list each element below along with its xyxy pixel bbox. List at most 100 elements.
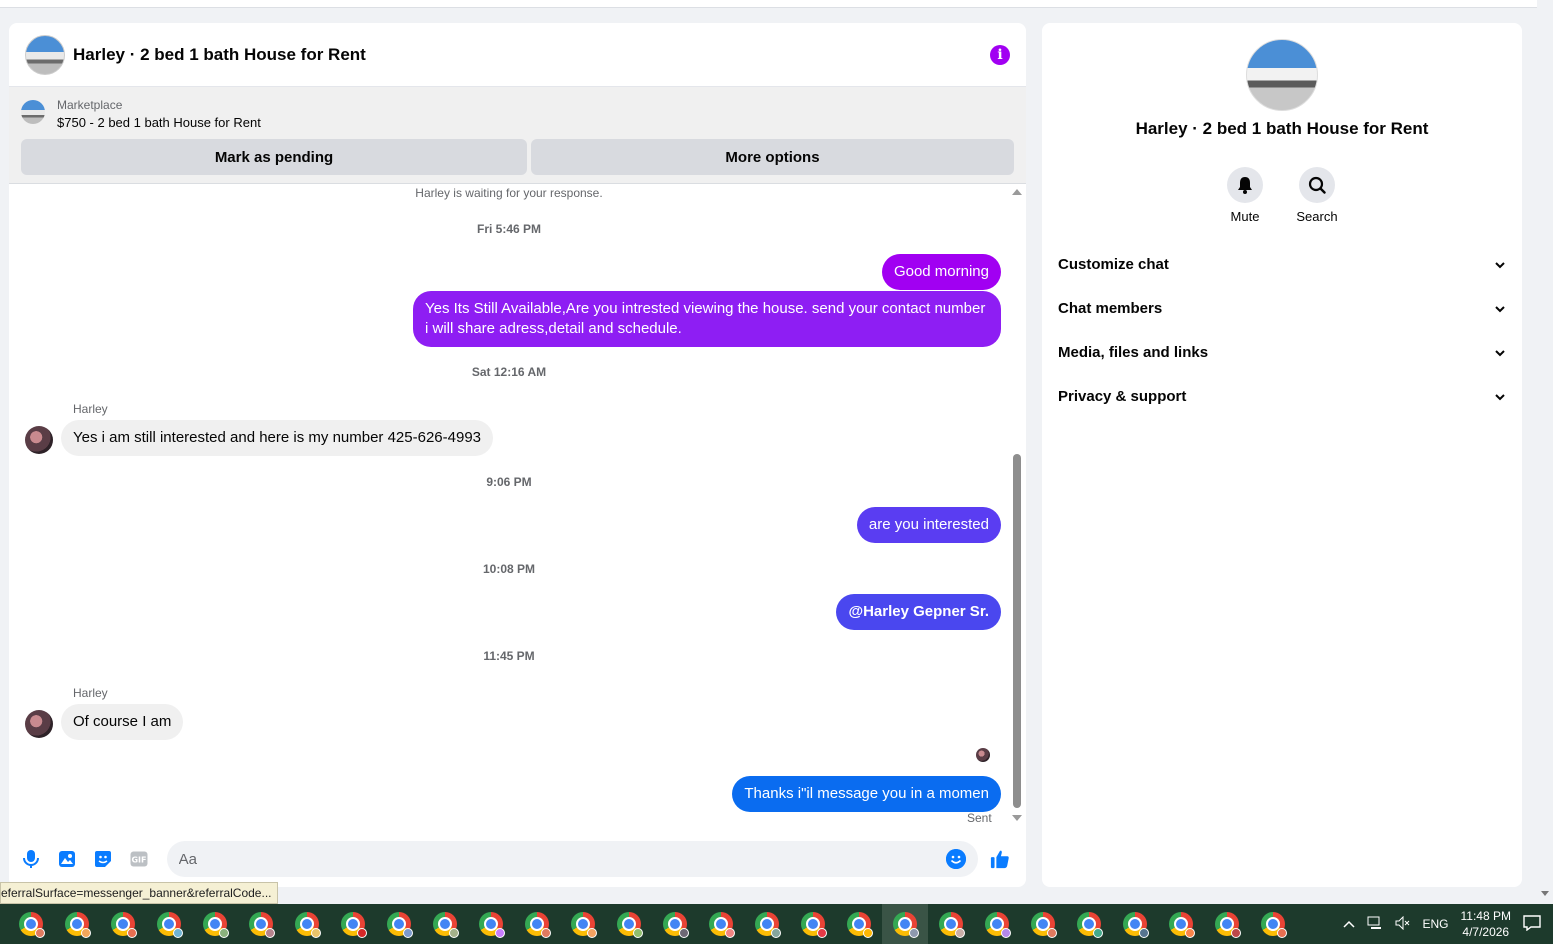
more-options-button[interactable]: More options [531,139,1014,175]
sender-avatar[interactable] [25,710,53,738]
profile-badge-icon [173,928,183,938]
gif-icon[interactable]: GIF [129,849,149,869]
chrome-taskbar-icon[interactable] [1204,904,1250,944]
chrome-taskbar-icon[interactable] [330,904,376,944]
thumbs-up-icon[interactable] [990,849,1010,869]
chrome-taskbar-icon[interactable] [376,904,422,944]
sender-name: Harley [73,402,108,416]
chrome-taskbar-icon[interactable] [238,904,284,944]
chrome-taskbar-icon[interactable] [54,904,100,944]
sent-message[interactable]: Thanks i"il message you in a momen [732,776,1001,812]
photo-icon[interactable] [57,849,77,869]
waiting-notice: Harley is waiting for your response. [415,186,603,200]
received-message[interactable]: Yes i am still interested and here is my… [61,420,494,456]
browser-top-strip [0,0,1537,8]
chrome-taskbar-icon[interactable] [698,904,744,944]
link-status-bar: eferralSurface=messenger_banner&referral… [0,882,279,904]
conversation-avatar[interactable] [25,34,65,75]
scrollbar-thumb[interactable] [1013,454,1021,808]
sticker-icon[interactable] [93,849,113,869]
scroll-down-arrow-icon[interactable] [1012,815,1022,821]
customize-chat-section[interactable]: Customize chat [1058,252,1506,276]
sender-avatar[interactable] [25,426,53,454]
microphone-icon[interactable] [21,849,41,869]
chrome-taskbar-icon[interactable] [606,904,652,944]
chrome-taskbar-icon[interactable] [100,904,146,944]
search-icon[interactable] [1299,167,1335,203]
chrome-taskbar-icon[interactable] [514,904,560,944]
chrome-taskbar-icon[interactable] [284,904,330,944]
profile-badge-icon [1185,928,1195,938]
notification-icon[interactable] [1523,914,1541,934]
chat-header: Harley · 2 bed 1 bath House for Rent i [9,23,1026,87]
chrome-taskbar-icon[interactable] [422,904,468,944]
privacy-support-section[interactable]: Privacy & support [1058,384,1506,408]
profile-badge-icon [1047,928,1057,938]
chrome-taskbar-icon[interactable] [1112,904,1158,944]
chevron-down-icon [1494,300,1506,317]
timestamp: 9:06 PM [486,475,532,489]
bell-icon[interactable] [1227,167,1263,203]
chrome-taskbar-icon[interactable] [744,904,790,944]
chevron-up-icon[interactable] [1342,917,1355,931]
chrome-taskbar-icon[interactable] [192,904,238,944]
language-indicator[interactable]: ENG [1423,917,1449,931]
chrome-taskbar-icon[interactable] [8,904,54,944]
mute-label: Mute [1230,209,1260,224]
page-scroll-down-arrow-icon[interactable] [1541,891,1549,896]
timestamp: Fri 5:46 PM [476,222,542,236]
chevron-down-icon [1494,256,1506,273]
chrome-taskbar-icon[interactable] [652,904,698,944]
media-files-links-section[interactable]: Media, files and links [1058,340,1506,364]
network-icon[interactable] [1367,916,1383,933]
scroll-up-arrow-icon[interactable] [1012,189,1022,195]
svg-text:GIF: GIF [131,856,146,865]
profile-badge-icon [449,928,459,938]
chrome-taskbar-icon[interactable] [974,904,1020,944]
info-title: Harley · 2 bed 1 bath House for Rent [1135,119,1429,138]
section-label: Privacy & support [1058,387,1187,405]
chrome-taskbar-icon[interactable] [836,904,882,944]
chrome-taskbar-icon[interactable] [790,904,836,944]
chrome-taskbar-icon[interactable] [468,904,514,944]
info-icon[interactable]: i [990,44,1010,65]
profile-badge-icon [909,928,919,938]
marketplace-banner: Marketplace $750 - 2 bed 1 bath House fo… [9,87,1026,184]
mute-action[interactable]: Mute [1205,167,1285,224]
chat-title[interactable]: Harley · 2 bed 1 bath House for Rent [73,45,366,65]
search-action[interactable]: Search [1277,167,1357,224]
chrome-taskbar-icon[interactable] [146,904,192,944]
profile-badge-icon [219,928,229,938]
chrome-taskbar-icon[interactable] [928,904,974,944]
sender-name: Harley [73,686,108,700]
sent-message-mention[interactable]: @Harley Gepner Sr. [836,594,1001,630]
chrome-taskbar-icon[interactable] [1066,904,1112,944]
section-label: Customize chat [1058,255,1169,273]
sent-message[interactable]: Good morning [881,254,1001,290]
windows-taskbar: ENG 11:48 PM 4/7/2026 [0,904,1553,944]
received-message[interactable]: Of course I am [61,704,184,740]
clock-time: 11:48 PM [1460,909,1511,923]
sent-status: Sent [967,811,992,825]
info-avatar[interactable] [1246,39,1318,111]
message-input[interactable] [178,850,947,868]
chrome-taskbar-icon[interactable] [1158,904,1204,944]
conversation-info-panel: Harley · 2 bed 1 bath House for Rent Mut… [1042,23,1522,887]
listing-thumbnail[interactable] [21,100,45,124]
profile-badge-icon [1093,928,1103,938]
chrome-taskbar-icon[interactable] [1250,904,1296,944]
listing-title[interactable]: $750 - 2 bed 1 bath House for Rent [57,113,261,133]
volume-muted-icon[interactable] [1395,915,1411,933]
chrome-taskbar-icon[interactable] [882,904,928,944]
chrome-taskbar-icon[interactable] [1020,904,1066,944]
profile-badge-icon [771,928,781,938]
chat-members-section[interactable]: Chat members [1058,296,1506,320]
chevron-down-icon [1494,344,1506,361]
sent-message[interactable]: are you interested [856,507,1001,543]
clock[interactable]: 11:48 PM 4/7/2026 [1461,908,1511,940]
chrome-taskbar-icon[interactable] [560,904,606,944]
profile-badge-icon [817,928,827,938]
emoji-icon[interactable] [946,849,967,869]
mark-as-pending-button[interactable]: Mark as pending [21,139,527,175]
sent-message[interactable]: Yes Its Still Available,Are you intreste… [413,291,1001,347]
